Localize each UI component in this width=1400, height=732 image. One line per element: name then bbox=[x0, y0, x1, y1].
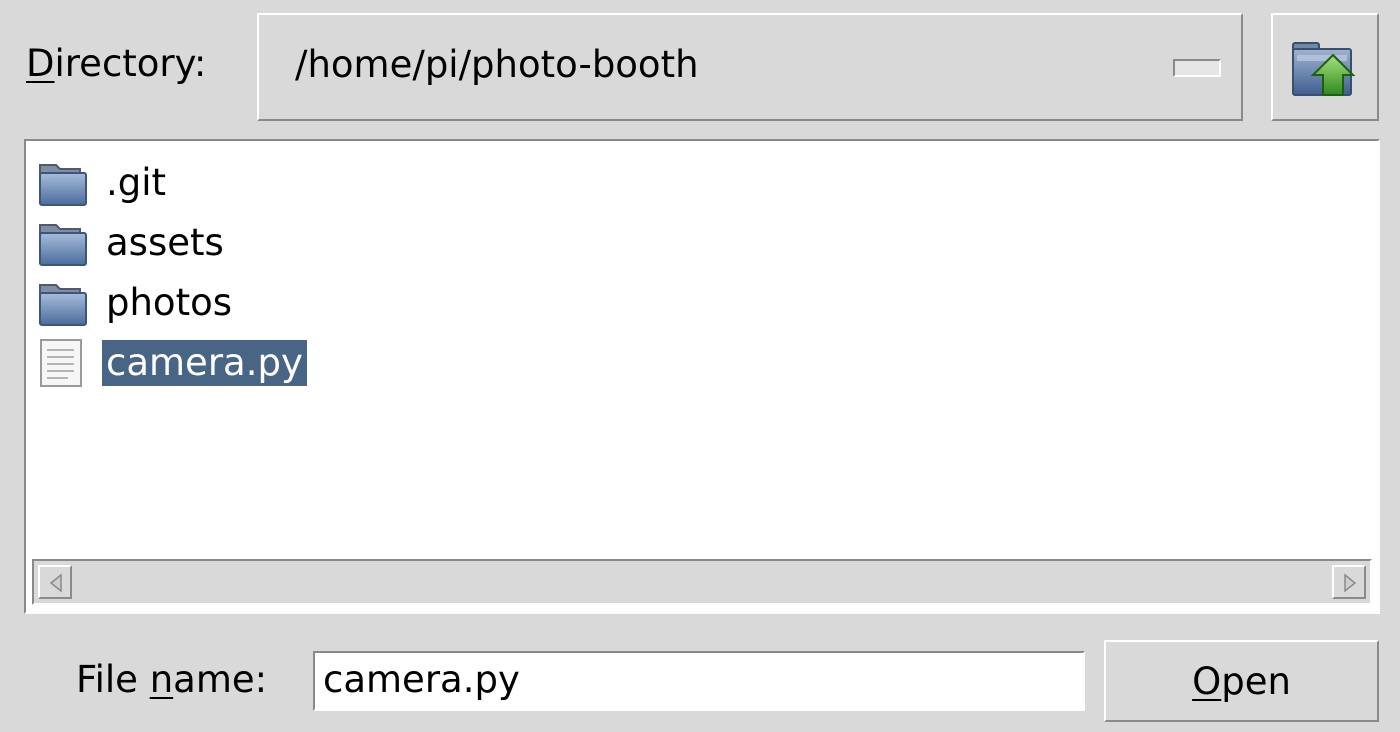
open-button[interactable]: Open bbox=[1104, 640, 1379, 722]
list-item-label: photos bbox=[106, 281, 232, 324]
list-item[interactable]: .git bbox=[38, 155, 170, 211]
directory-path: /home/pi/photo-booth bbox=[295, 43, 699, 86]
open-button-label: pen bbox=[1221, 659, 1291, 703]
directory-label: Directory: bbox=[26, 38, 206, 90]
folder-icon bbox=[38, 275, 92, 331]
file-name-label-prefix: File bbox=[76, 658, 150, 701]
file-name-input[interactable]: camera.py bbox=[313, 651, 1085, 711]
folder-icon bbox=[38, 155, 92, 211]
folder-up-icon bbox=[1292, 42, 1356, 96]
list-item-label-selected: camera.py bbox=[102, 340, 307, 386]
parent-directory-button[interactable] bbox=[1271, 13, 1379, 121]
combobox-indicator-icon[interactable] bbox=[1173, 59, 1221, 77]
list-item[interactable]: assets bbox=[38, 215, 228, 271]
scroll-left-button[interactable] bbox=[38, 565, 72, 599]
scroll-right-button[interactable] bbox=[1332, 565, 1366, 599]
directory-combobox[interactable]: /home/pi/photo-booth bbox=[257, 13, 1243, 121]
open-button-mnemonic: O bbox=[1192, 659, 1222, 703]
directory-label-mnemonic: D bbox=[26, 42, 55, 85]
directory-label-text: irectory: bbox=[54, 42, 207, 85]
text-file-icon bbox=[38, 335, 92, 391]
scrollbar-trough[interactable] bbox=[74, 565, 1330, 599]
arrow-left-icon bbox=[49, 573, 62, 593]
horizontal-scrollbar[interactable] bbox=[32, 559, 1372, 605]
arrow-right-icon bbox=[1344, 573, 1357, 593]
list-item-label: assets bbox=[106, 221, 224, 264]
list-item[interactable]: photos bbox=[38, 275, 236, 331]
file-open-dialog: Directory: /home/pi/photo-booth .git ass… bbox=[0, 0, 1400, 732]
file-name-label-mnemonic: n bbox=[149, 658, 174, 701]
list-item[interactable]: camera.py bbox=[38, 335, 307, 391]
file-name-label-rest: ame: bbox=[173, 658, 268, 701]
file-list[interactable]: .git assets photos camera.py bbox=[24, 139, 1380, 614]
file-name-label: File name: bbox=[76, 654, 267, 706]
folder-icon bbox=[38, 215, 92, 271]
list-item-label: .git bbox=[106, 161, 167, 204]
